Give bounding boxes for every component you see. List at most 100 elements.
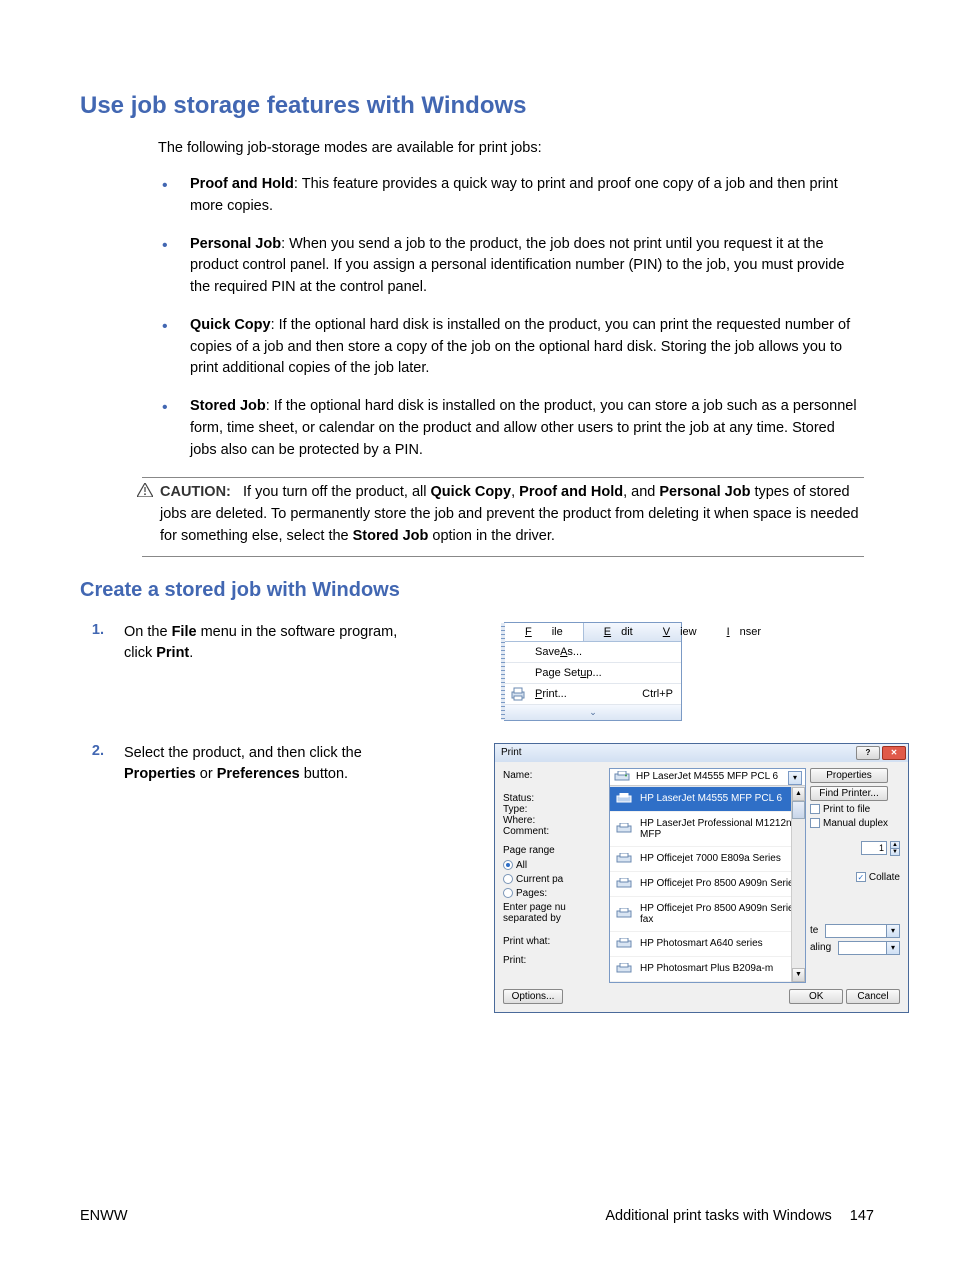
caution-text: option in the driver. bbox=[428, 528, 555, 544]
footer-section: Additional print tasks with Windows bbox=[605, 1208, 831, 1224]
shortcut-label: Ctrl+P bbox=[642, 688, 673, 700]
sub-heading: Create a stored job with Windows bbox=[80, 579, 874, 602]
printer-option-label: HP LaserJet Professional M1212nf MFP bbox=[640, 818, 799, 840]
modes-list: Proof and Hold: This feature provides a … bbox=[190, 174, 864, 461]
printer-option[interactable]: HP Officejet 7000 E809a Series bbox=[610, 847, 805, 872]
printer-icon bbox=[616, 938, 632, 950]
scroll-thumb[interactable] bbox=[792, 801, 805, 819]
expand-chevron-icon[interactable]: ⌄ bbox=[505, 705, 681, 720]
caution-label: CAUTION: bbox=[160, 484, 231, 500]
find-printer-button[interactable]: Find Printer... bbox=[810, 786, 888, 801]
ok-button[interactable]: OK bbox=[789, 989, 843, 1004]
printer-option-label: HP Officejet Pro 8500 A909n Series bbox=[640, 878, 799, 889]
printer-icon bbox=[616, 823, 632, 835]
options-button[interactable]: Options... bbox=[503, 989, 563, 1004]
printer-option[interactable]: HP Officejet Pro 8500 A909n Series bbox=[610, 872, 805, 897]
list-item: Proof and Hold: This feature provides a … bbox=[190, 174, 864, 218]
step-text-part: . bbox=[189, 645, 193, 661]
mode-desc: : When you send a job to the product, th… bbox=[190, 236, 844, 296]
mode-desc: : If the optional hard disk is installed… bbox=[190, 317, 850, 377]
label-fragment: te bbox=[810, 925, 818, 936]
printer-option[interactable]: HP LaserJet M4555 MFP PCL 6 bbox=[610, 787, 805, 812]
scroll-down-icon[interactable]: ▼ bbox=[792, 968, 805, 982]
checkbox-printtofile[interactable] bbox=[810, 804, 820, 814]
label-type: Type: bbox=[503, 804, 605, 815]
close-button[interactable]: ✕ bbox=[882, 746, 906, 760]
mode-name: Proof and Hold bbox=[190, 176, 294, 192]
step-text-part: or bbox=[196, 766, 217, 782]
printer-option-label: HP LaserJet M4555 MFP PCL 6 bbox=[640, 793, 782, 804]
printer-option[interactable]: HP LaserJet Professional M1212nf MFP bbox=[610, 812, 805, 847]
menu-item-saveas[interactable]: Save As... bbox=[505, 642, 681, 663]
caution-text: Proof and Hold bbox=[519, 484, 623, 500]
printer-option-label: HP Photosmart A640 series bbox=[640, 938, 763, 949]
printer-option-label: HP Officejet 7000 E809a Series bbox=[640, 853, 781, 864]
properties-button[interactable]: Properties bbox=[810, 768, 888, 783]
caution-note: CAUTION: If you turn off the product, al… bbox=[142, 477, 864, 556]
label-printwhat: Print what: bbox=[503, 936, 605, 947]
spin-down-icon[interactable]: ▼ bbox=[891, 849, 899, 855]
copies-spinbox[interactable]: 1 bbox=[861, 841, 887, 855]
label-enterpages: Enter page nu bbox=[503, 902, 605, 913]
step-text-part: Print bbox=[156, 645, 189, 661]
printer-option[interactable]: HP Photosmart A640 series bbox=[610, 932, 805, 957]
list-item: Quick Copy: If the optional hard disk is… bbox=[190, 315, 864, 380]
menu-item-pagesetup[interactable]: Page Setup... bbox=[505, 663, 681, 684]
label-separated: separated by bbox=[503, 913, 605, 924]
caution-text: If you turn off the product, all bbox=[243, 484, 431, 500]
printer-option[interactable]: HP Photosmart Plus B209a-m bbox=[610, 957, 805, 982]
mode-desc: : If the optional hard disk is installed… bbox=[190, 398, 857, 458]
radio-current[interactable] bbox=[503, 874, 513, 884]
printer-icon bbox=[616, 853, 632, 865]
menubar: File Edit View Inser bbox=[505, 623, 681, 642]
label-where: Where: bbox=[503, 815, 605, 826]
zoom-combo-1[interactable] bbox=[825, 924, 900, 938]
label-pagerange: Page range bbox=[503, 845, 605, 856]
printer-icon bbox=[616, 963, 632, 975]
menu-edit[interactable]: Edit bbox=[584, 623, 643, 641]
printer-option[interactable]: HP Officejet Pro 8500 A909n Series fax bbox=[610, 897, 805, 932]
help-button[interactable]: ? bbox=[856, 746, 880, 760]
spin-up-icon[interactable]: ▲ bbox=[891, 842, 899, 849]
mode-name: Personal Job bbox=[190, 236, 281, 252]
label-print: Print: bbox=[503, 955, 605, 966]
print-dialog-screenshot: Print ? ✕ Name: Status: Type: Where: bbox=[434, 743, 909, 1013]
label-status: Status: bbox=[503, 793, 605, 804]
step-row: 1. On the File menu in the software prog… bbox=[80, 622, 874, 721]
footer-left: ENWW bbox=[80, 1208, 128, 1224]
radio-all[interactable] bbox=[503, 860, 513, 870]
step-row: 2. Select the product, and then click th… bbox=[80, 743, 874, 1013]
label-name: Name: bbox=[503, 770, 605, 781]
menu-view[interactable]: View bbox=[643, 623, 707, 641]
menu-insert[interactable]: Inser bbox=[707, 623, 771, 641]
titlebar: Print ? ✕ bbox=[495, 744, 908, 762]
label-fragment: aling bbox=[810, 942, 831, 953]
zoom-combo-2[interactable] bbox=[838, 941, 900, 955]
cancel-button[interactable]: Cancel bbox=[846, 989, 900, 1004]
printer-icon bbox=[616, 878, 632, 890]
print-icon bbox=[510, 687, 526, 701]
dialog-title: Print bbox=[501, 747, 522, 758]
step-text: On the File menu in the software program… bbox=[124, 622, 434, 664]
menu-item-print[interactable]: Print... Ctrl+P bbox=[505, 684, 681, 705]
menu-file[interactable]: File bbox=[505, 623, 584, 641]
printer-option-label: HP Photosmart Plus B209a-m bbox=[640, 963, 773, 974]
printer-icon bbox=[614, 771, 630, 783]
step-text-part: On the bbox=[124, 624, 172, 640]
checkbox-collate[interactable]: ✓ bbox=[856, 872, 866, 882]
label-comment: Comment: bbox=[503, 826, 605, 837]
step-number: 2. bbox=[80, 743, 124, 759]
checkbox-manualduplex[interactable] bbox=[810, 818, 820, 828]
scroll-up-icon[interactable]: ▲ bbox=[792, 787, 805, 801]
list-item: Stored Job: If the optional hard disk is… bbox=[190, 396, 864, 461]
radio-pages[interactable] bbox=[503, 888, 513, 898]
caution-text: Personal Job bbox=[659, 484, 750, 500]
scrollbar[interactable]: ▲ ▼ bbox=[791, 787, 805, 982]
caution-text: , bbox=[511, 484, 519, 500]
page-footer: ENWW Additional print tasks with Windows… bbox=[80, 1208, 874, 1224]
printer-dropdown[interactable]: HP LaserJet M4555 MFP PCL 6 HP LaserJet … bbox=[609, 768, 806, 983]
step-text: Select the product, and then click the P… bbox=[124, 743, 434, 785]
page-number: 147 bbox=[850, 1208, 874, 1224]
step-text-part: button. bbox=[300, 766, 348, 782]
page-heading: Use job storage features with Windows bbox=[80, 92, 874, 120]
